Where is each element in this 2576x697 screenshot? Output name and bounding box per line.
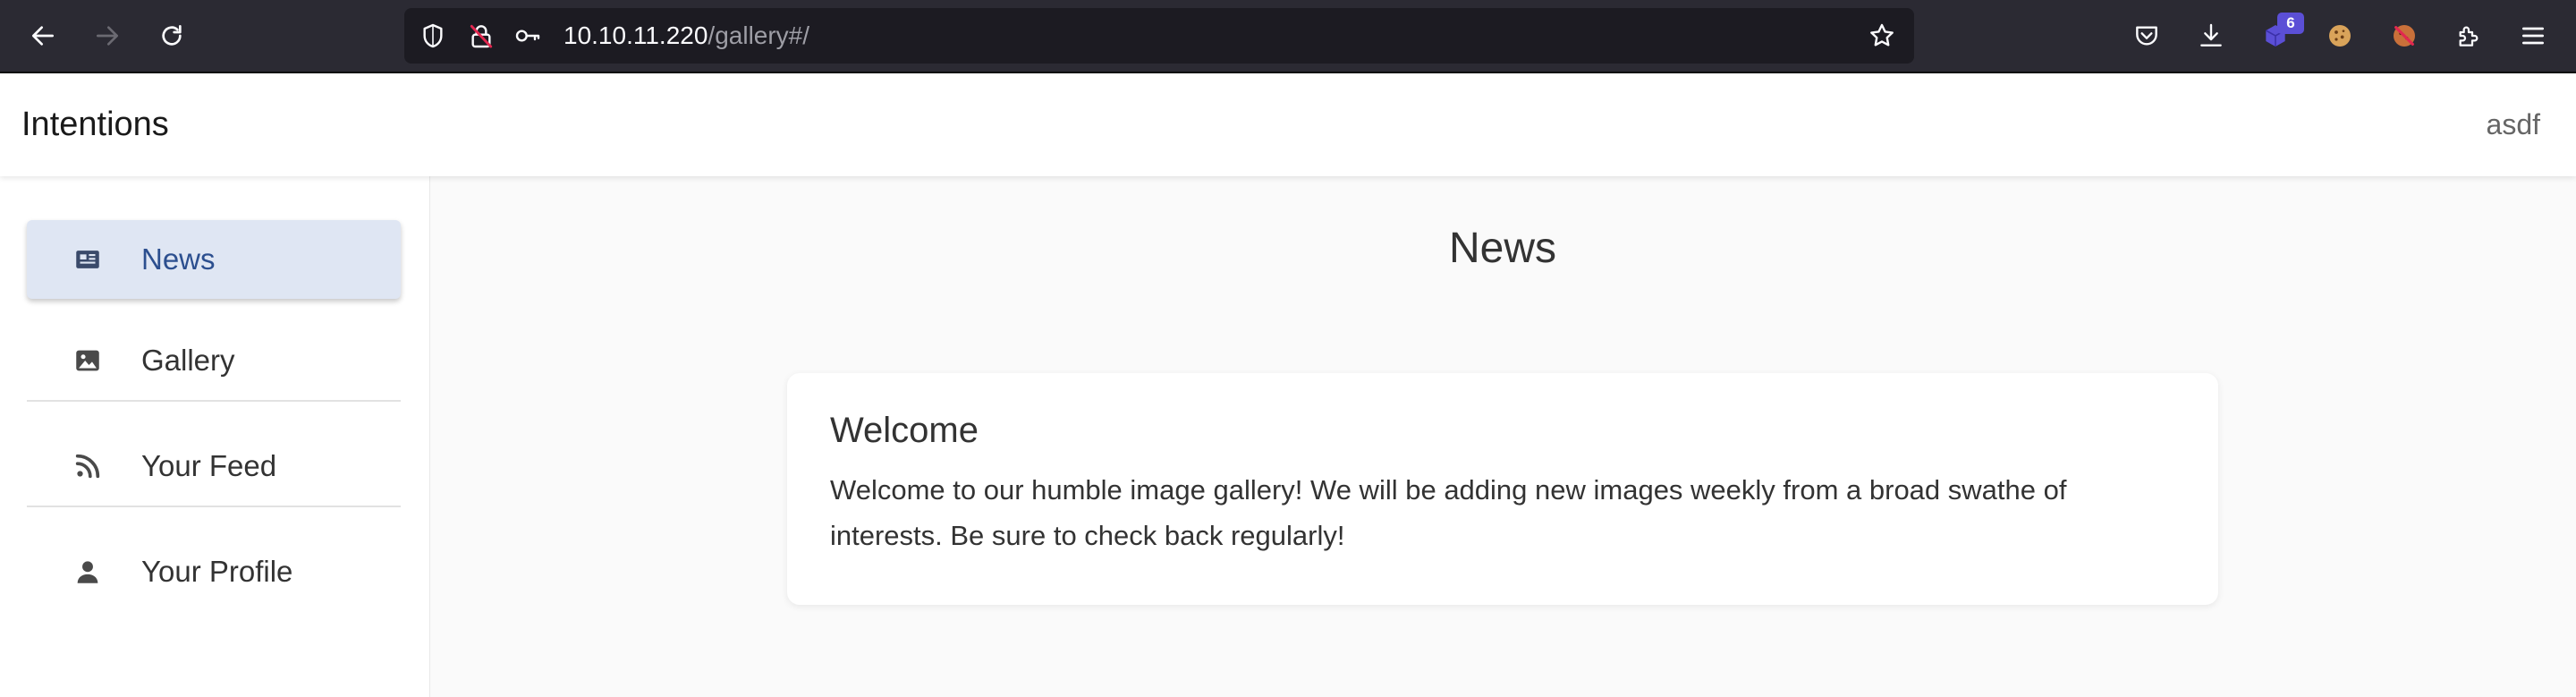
- image-icon: [72, 344, 104, 377]
- reload-button[interactable]: [152, 16, 191, 55]
- url-host: 10.10.11.220: [564, 21, 708, 49]
- forward-button[interactable]: [88, 16, 127, 55]
- cookie-extension-button[interactable]: [2322, 18, 2358, 54]
- insecure-lock-icon[interactable]: [467, 21, 496, 50]
- newspaper-icon: [72, 243, 104, 276]
- app-header: Intentions asdf: [0, 73, 2576, 176]
- extension-button[interactable]: 6: [2258, 13, 2304, 54]
- cookie-icon: [2329, 25, 2351, 47]
- shield-icon[interactable]: [419, 21, 447, 50]
- sidebar-item-label: Your Feed: [141, 449, 277, 482]
- app-title[interactable]: Intentions: [21, 73, 169, 176]
- reload-icon: [162, 25, 182, 46]
- cookie-blocker-button[interactable]: [2386, 18, 2422, 54]
- downloads-button[interactable]: [2193, 18, 2229, 54]
- pocket-icon: [2136, 26, 2157, 46]
- address-bar[interactable]: 10.10.11.220/gallery#/: [404, 8, 1914, 64]
- sidebar-item-label: Gallery: [141, 344, 235, 377]
- extension-badge: 6: [2277, 13, 2304, 34]
- sidebar-item-label: Your Profile: [141, 555, 293, 588]
- sidebar-item-label: News: [141, 242, 216, 276]
- sidebar: News Gallery Your Feed Your Profile: [0, 176, 430, 697]
- download-icon: [2200, 23, 2222, 47]
- url-path: /gallery#/: [708, 21, 810, 49]
- app-menu-button[interactable]: [2515, 18, 2551, 54]
- back-button[interactable]: [23, 16, 63, 55]
- sidebar-item-your-feed[interactable]: Your Feed: [27, 427, 401, 507]
- sidebar-item-your-profile[interactable]: Your Profile: [27, 532, 401, 611]
- pocket-button[interactable]: [2129, 18, 2165, 54]
- person-icon: [72, 556, 104, 588]
- page-title: News: [1448, 225, 1557, 272]
- news-card-title: Welcome: [830, 411, 979, 450]
- puzzle-icon: [2459, 26, 2479, 47]
- arrow-left-icon: [32, 26, 54, 46]
- browser-toolbar: 10.10.11.220/gallery#/ 6: [0, 0, 2576, 73]
- rss-feed-icon: [72, 450, 104, 482]
- news-card: Welcome Welcome to our humble image gall…: [787, 373, 2218, 605]
- news-card-body: Welcome to our humble image gallery! We …: [830, 474, 2067, 551]
- hamburger-menu-icon: [2522, 27, 2544, 45]
- url-text[interactable]: 10.10.11.220/gallery#/: [564, 8, 809, 64]
- extensions-menu-button[interactable]: [2451, 18, 2487, 54]
- bookmark-star-icon[interactable]: [1868, 21, 1896, 50]
- arrow-right-icon: [97, 26, 118, 46]
- user-menu[interactable]: asdf: [2487, 73, 2540, 176]
- cookie-blocked-icon: [2394, 25, 2415, 47]
- sidebar-item-news[interactable]: News: [27, 220, 401, 299]
- sidebar-item-gallery[interactable]: Gallery: [27, 321, 401, 402]
- key-icon[interactable]: [513, 21, 542, 50]
